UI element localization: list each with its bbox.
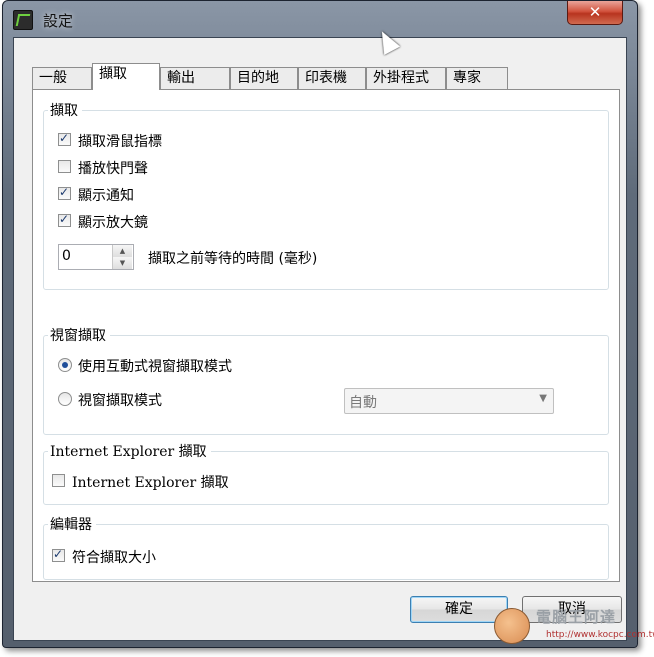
window-title: 設定 [43,12,74,30]
play-shutter-sound-label: 播放快門聲 [78,161,148,177]
window-capture-mode-select[interactable]: 自動 ▼ [344,388,554,414]
chevron-down-icon: ▼ [539,393,547,404]
fit-capture-size-checkbox[interactable] [52,547,65,562]
watermark-text: 電腦王阿達 [536,608,617,626]
editor-group-title: 編輯器 [48,514,96,534]
capture-mouse-pointer-label: 擷取滑鼠指標 [78,134,162,150]
capture-group: 擷取 擷取滑鼠指標 播放快門聲 顯示通知 顯示放大鏡 [43,100,609,290]
ie-capture-label: Internet Explorer 擷取 [72,475,229,491]
dialog-client: 一般 擷取 輸出 目的地 印表機 外掛程式 專家 擷取 擷取滑鼠指標 播放快門聲 [13,37,627,641]
tab-output[interactable]: 輸出 [160,67,230,89]
capture-delay-label: 擷取之前等待的時間 (毫秒) [148,251,318,267]
capture-mouse-pointer-checkbox[interactable] [58,131,71,146]
capture-delay-value[interactable]: 0 [62,248,71,264]
tab-capture[interactable]: 擷取 [92,63,160,90]
show-magnifier-label: 顯示放大鏡 [78,215,148,231]
fit-capture-size-label: 符合擷取大小 [72,550,156,566]
capture-tab-panel: 擷取 擷取滑鼠指標 播放快門聲 顯示通知 顯示放大鏡 [32,89,620,582]
interactive-window-capture-radio[interactable] [58,358,72,372]
stepper-down-icon[interactable]: ▼ [113,257,132,269]
title-bar[interactable]: 設定 ✕ [3,1,637,35]
mascot-face-icon [494,608,530,644]
show-notification-checkbox[interactable] [58,185,71,200]
show-notification-label: 顯示通知 [78,188,134,204]
window-capture-mode-radio[interactable] [58,392,72,406]
editor-group: 編輯器 符合擷取大小 [43,514,609,580]
play-shutter-sound-checkbox[interactable] [58,160,71,173]
watermark-url: http://www.kocpc.com.tw [546,630,654,640]
settings-window: 設定 ✕ 一般 擷取 輸出 目的地 印表機 外掛程式 專家 擷取 擷取滑鼠指標 [2,0,638,648]
window-capture-mode-label: 視窗擷取模式 [78,393,162,409]
ie-capture-group: Internet Explorer 擷取 Internet Explorer 擷… [43,441,609,505]
tab-plugins[interactable]: 外掛程式 [366,67,446,89]
capture-delay-stepper[interactable]: 0 ▲ ▼ [58,244,134,270]
greenshot-app-icon [13,10,33,30]
ie-capture-checkbox[interactable] [52,474,65,487]
tab-expert[interactable]: 專家 [446,67,508,89]
window-capture-group-title: 視窗擷取 [48,325,110,345]
show-magnifier-checkbox[interactable] [58,212,71,227]
ie-capture-group-title: Internet Explorer 擷取 [48,441,211,461]
close-button[interactable]: ✕ [567,1,623,25]
tab-printer[interactable]: 印表機 [298,67,366,89]
window-capture-mode-value: 自動 [349,395,377,411]
tab-general[interactable]: 一般 [32,67,92,89]
capture-group-title: 擷取 [48,100,82,120]
interactive-window-capture-label: 使用互動式視窗擷取模式 [78,359,232,375]
tab-destination[interactable]: 目的地 [230,67,298,89]
stepper-buttons: ▲ ▼ [112,245,133,269]
window-capture-group: 視窗擷取 使用互動式視窗擷取模式 視窗擷取模式 自動 ▼ [43,325,609,435]
watermark: 電腦王阿達 http://www.kocpc.com.tw [488,600,654,652]
